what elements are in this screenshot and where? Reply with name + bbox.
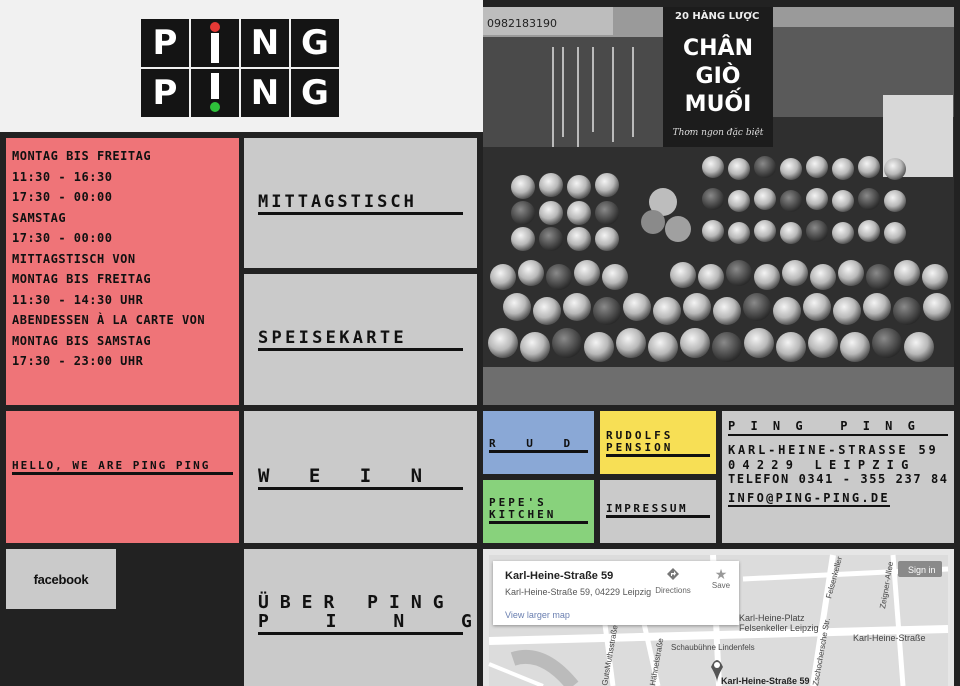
logo-dot-green-icon (210, 73, 220, 112)
hours-line: 11:30 - 16:30 (12, 169, 113, 184)
logo-letter: G (291, 19, 339, 67)
logo-letter: N (241, 69, 289, 117)
photo-sign-chan: CHÂN (683, 35, 753, 61)
contact-panel: P I N G P I N G KARL-HEINE-STRASSE 59 04… (722, 411, 954, 543)
tile-rudi[interactable]: R U D I (483, 411, 607, 474)
restaurant-street-photo: 0982183190 20 HÀNG LƯỢC CHÂN GIÒ MUỐI Th… (483, 7, 954, 405)
nav-label-ueber-line2[interactable]: P I N G (258, 611, 472, 635)
tile-rudi-label[interactable]: R U D I (489, 437, 607, 453)
nav-tile-wein[interactable]: W E I N (244, 411, 477, 543)
nav-label-mittagstisch[interactable]: MITTAGSTISCH (258, 192, 463, 215)
tile-rudolfs-pension[interactable]: RUDOLFS PENSION (600, 411, 716, 474)
logo-letter: P (141, 19, 189, 67)
logo-letter: N (241, 19, 289, 67)
logo-letter-i (191, 69, 239, 117)
nav-tile-speisekarte[interactable]: SPEISEKARTE (244, 274, 477, 405)
map-info-card: Karl-Heine-Straße 59 Karl-Heine-Straße 5… (493, 561, 739, 625)
header-band: P N G P N G (0, 0, 483, 132)
star-icon: ★ (714, 566, 728, 582)
facebook-label: facebook (33, 571, 89, 587)
map-view-larger-link[interactable]: View larger map (505, 610, 570, 620)
map-label-schaubuehne: Schaubühne Lindenfels (671, 643, 755, 652)
hours-line: MONTAG BIS FREITAG (12, 272, 152, 286)
opening-hours-panel: MONTAG BIS FREITAG 11:30 - 16:30 17:30 -… (6, 138, 239, 405)
photo-sign-muoi: MUỐI (685, 88, 752, 117)
map-save-label[interactable]: Save (707, 581, 735, 590)
hours-line: SAMSTAG (12, 210, 67, 225)
map-directions-label[interactable]: Directions (653, 586, 693, 595)
tile-impressum[interactable]: IMPRESSUM (600, 480, 716, 543)
directions-icon (667, 568, 679, 580)
nav-label-wein[interactable]: W E I N (258, 465, 463, 490)
map-save-button[interactable]: ★ Save (707, 567, 735, 590)
hello-tile[interactable]: HELLO, WE ARE PING PING (6, 411, 239, 543)
photo-scene: 0982183190 20 HÀNG LƯỢC CHÂN GIÒ MUỐI Th… (483, 7, 954, 405)
tile-rudolfs-line2[interactable]: PENSION (606, 441, 710, 457)
logo-letter-i (191, 19, 239, 67)
nav-label-speisekarte[interactable]: SPEISEKARTE (258, 328, 463, 351)
hours-line: MONTAG BIS FREITAG (12, 149, 152, 163)
contact-name: P I N G P I N G (728, 419, 948, 436)
hours-line: MONTAG BIS SAMSTAG (12, 333, 152, 348)
tile-impressum-label[interactable]: IMPRESSUM (606, 502, 710, 518)
photo-sign-gio: GIÒ (696, 63, 741, 89)
hours-line: 17:30 - 23:00 UHR (12, 354, 144, 368)
map-label-pin: Karl-Heine-Straße 59 (721, 676, 810, 686)
map-card-title: Karl-Heine-Straße 59 (505, 570, 614, 582)
contact-phone: TELEFON 0341 - 355 237 84 (728, 472, 949, 486)
map-label-felsenkeller: Felsenkeller Leipzig (739, 623, 819, 633)
logo-letter: P (141, 69, 189, 117)
contact-city: 04229 LEIPZIG (728, 458, 916, 472)
map-card-address: Karl-Heine-Straße 59, 04229 Leipzig (505, 587, 652, 597)
contact-street: KARL-HEINE-STRASSE 59 (728, 443, 939, 457)
logo-dot-red-icon (210, 22, 220, 63)
photo-sign-sub: Thơm ngon đặc biệt (673, 127, 764, 138)
photo-sign-top: 20 HÀNG LƯỢC (675, 9, 759, 22)
facebook-button[interactable]: facebook (6, 549, 116, 609)
nav-tile-mittagstisch[interactable]: MITTAGSTISCH (244, 138, 477, 268)
map-label-street: Karl-Heine-Straße (853, 633, 926, 643)
nav-tile-ueber-ping[interactable]: ÜBER PING P I N G (244, 549, 477, 686)
map-directions-button[interactable]: Directions (653, 567, 693, 595)
map-sign-in-label[interactable]: Sign in (908, 565, 936, 575)
hours-line: 11:30 - 14:30 UHR (12, 292, 144, 307)
photo-sign-phone: 0982183190 (487, 17, 557, 30)
hours-line: ABENDESSEN À LA CARTE VON (12, 313, 206, 327)
ping-ping-logo[interactable]: P N G P N G (141, 19, 339, 117)
logo-letter: G (291, 69, 339, 117)
nav-label-ueber-line1[interactable]: ÜBER PING (258, 592, 463, 613)
map-embed[interactable]: Sign in Karl-Heine-Platz Felsenkeller Le… (483, 549, 954, 686)
hello-link[interactable]: HELLO, WE ARE PING PING (12, 459, 233, 475)
tile-pepes-kitchen[interactable]: PEPE'S KITCHEN (483, 480, 594, 543)
hours-line: 17:30 - 00:00 (12, 190, 113, 204)
hours-line: MITTAGSTISCH VON (12, 251, 136, 266)
hours-line: 17:30 - 00:00 (12, 231, 113, 245)
map-label-platz: Karl-Heine-Platz (739, 613, 805, 623)
tile-pepes-line2[interactable]: KITCHEN (489, 508, 588, 524)
contact-email-link[interactable]: INFO@PING-PING.DE (728, 491, 890, 507)
